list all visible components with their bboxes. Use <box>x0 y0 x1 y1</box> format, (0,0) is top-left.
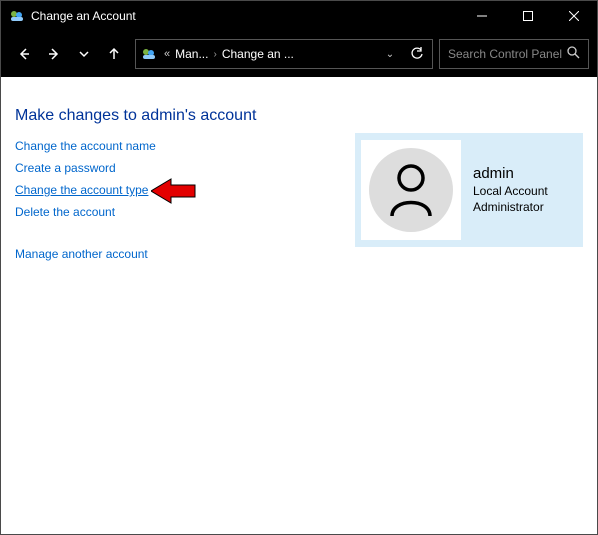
title-bar: Change an Account <box>1 1 597 31</box>
app-icon <box>9 8 25 24</box>
up-button[interactable] <box>99 39 129 69</box>
content-area: Make changes to admin's account Change t… <box>1 77 597 534</box>
page-heading: Make changes to admin's account <box>15 107 583 125</box>
account-type: Local Account <box>473 184 548 200</box>
address-overflow-icon[interactable]: « <box>162 48 172 60</box>
forward-button[interactable] <box>39 39 69 69</box>
account-role: Administrator <box>473 200 548 216</box>
link-change-account-name[interactable]: Change the account name <box>15 139 156 153</box>
breadcrumb-seg-1[interactable]: Man... <box>172 47 211 61</box>
search-placeholder: Search Control Panel <box>448 47 563 61</box>
link-delete-account[interactable]: Delete the account <box>15 205 115 219</box>
search-icon <box>567 46 580 62</box>
refresh-button[interactable] <box>402 47 432 61</box>
avatar <box>361 140 461 240</box>
window-title: Change an Account <box>31 9 459 23</box>
person-icon <box>369 148 453 232</box>
link-create-password[interactable]: Create a password <box>15 161 116 175</box>
address-icon <box>136 46 162 62</box>
link-change-account-type[interactable]: Change the account type <box>15 183 148 197</box>
account-card: admin Local Account Administrator <box>355 133 583 247</box>
nav-bar: « Man... › Change an ... ⌄ Search Contro… <box>1 31 597 77</box>
account-name: admin <box>473 165 548 182</box>
maximize-button[interactable] <box>505 1 551 31</box>
recent-locations-button[interactable] <box>69 39 99 69</box>
breadcrumb-seg-2[interactable]: Change an ... <box>219 47 297 61</box>
close-button[interactable] <box>551 1 597 31</box>
search-input[interactable]: Search Control Panel <box>439 39 589 69</box>
breadcrumb-separator-icon: › <box>211 49 218 60</box>
link-manage-another-account[interactable]: Manage another account <box>15 247 148 261</box>
back-button[interactable] <box>9 39 39 69</box>
minimize-button[interactable] <box>459 1 505 31</box>
address-dropdown-icon[interactable]: ⌄ <box>378 49 402 60</box>
address-bar[interactable]: « Man... › Change an ... ⌄ <box>135 39 433 69</box>
